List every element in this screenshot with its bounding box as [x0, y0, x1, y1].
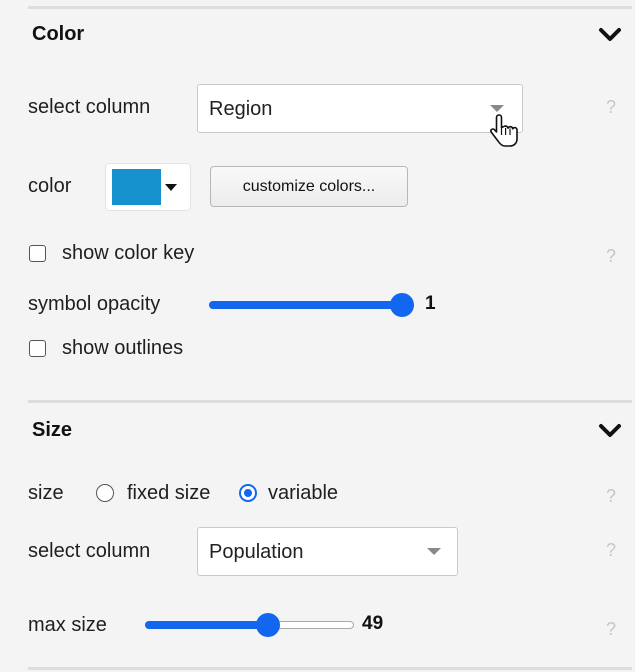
size-help-icon[interactable]: ? — [606, 486, 616, 507]
caret-down-icon — [490, 105, 504, 112]
variable-size-label: variable — [268, 482, 339, 504]
show-outlines-checkbox[interactable] — [29, 340, 46, 357]
size-column-select-value: Population — [209, 541, 304, 563]
section-divider — [28, 667, 632, 670]
max-size-slider[interactable] — [145, 613, 354, 637]
fixed-size-radio[interactable] — [96, 484, 114, 502]
settings-panel: Color select column Region ? color custo… — [0, 0, 635, 672]
color-column-select[interactable]: Region — [197, 84, 523, 133]
slider-thumb[interactable] — [256, 613, 280, 637]
size-section-title: Size — [32, 419, 73, 441]
color-select-column-label: select column — [28, 96, 151, 118]
color-label: color — [28, 175, 72, 197]
color-column-select-value: Region — [209, 98, 273, 120]
size-select-column-label: select column — [28, 540, 151, 562]
max-size-label: max size — [28, 614, 107, 636]
symbol-opacity-slider[interactable] — [209, 293, 414, 317]
size-column-help-icon[interactable]: ? — [606, 540, 616, 561]
color-collapse-chevron-down-icon[interactable] — [598, 26, 622, 44]
color-section-title: Color — [32, 23, 85, 45]
section-divider — [28, 400, 632, 403]
max-size-value: 49 — [362, 613, 384, 634]
customize-colors-button[interactable]: customize colors... — [210, 166, 408, 207]
color-key-help-icon[interactable]: ? — [606, 246, 616, 267]
size-column-select[interactable]: Population — [197, 527, 458, 576]
symbol-opacity-label: symbol opacity — [28, 293, 161, 315]
size-collapse-chevron-down-icon[interactable] — [598, 422, 622, 440]
slider-fill — [145, 621, 268, 629]
slider-thumb[interactable] — [390, 293, 414, 317]
color-column-help-icon[interactable]: ? — [606, 97, 616, 118]
variable-size-radio[interactable] — [239, 484, 257, 502]
show-color-key-label: show color key — [62, 242, 195, 264]
caret-down-icon — [165, 184, 177, 191]
show-color-key-checkbox[interactable] — [29, 245, 46, 262]
hand-pointer-cursor-icon — [490, 114, 518, 147]
max-size-help-icon[interactable]: ? — [606, 619, 616, 640]
caret-down-icon — [427, 548, 441, 555]
size-label: size — [28, 482, 64, 504]
symbol-opacity-value: 1 — [425, 293, 436, 314]
color-swatch — [112, 169, 161, 205]
show-outlines-label: show outlines — [62, 337, 184, 359]
fixed-size-label: fixed size — [127, 482, 211, 504]
color-picker-button[interactable] — [106, 164, 190, 210]
section-divider — [28, 6, 632, 9]
slider-fill — [209, 301, 402, 309]
